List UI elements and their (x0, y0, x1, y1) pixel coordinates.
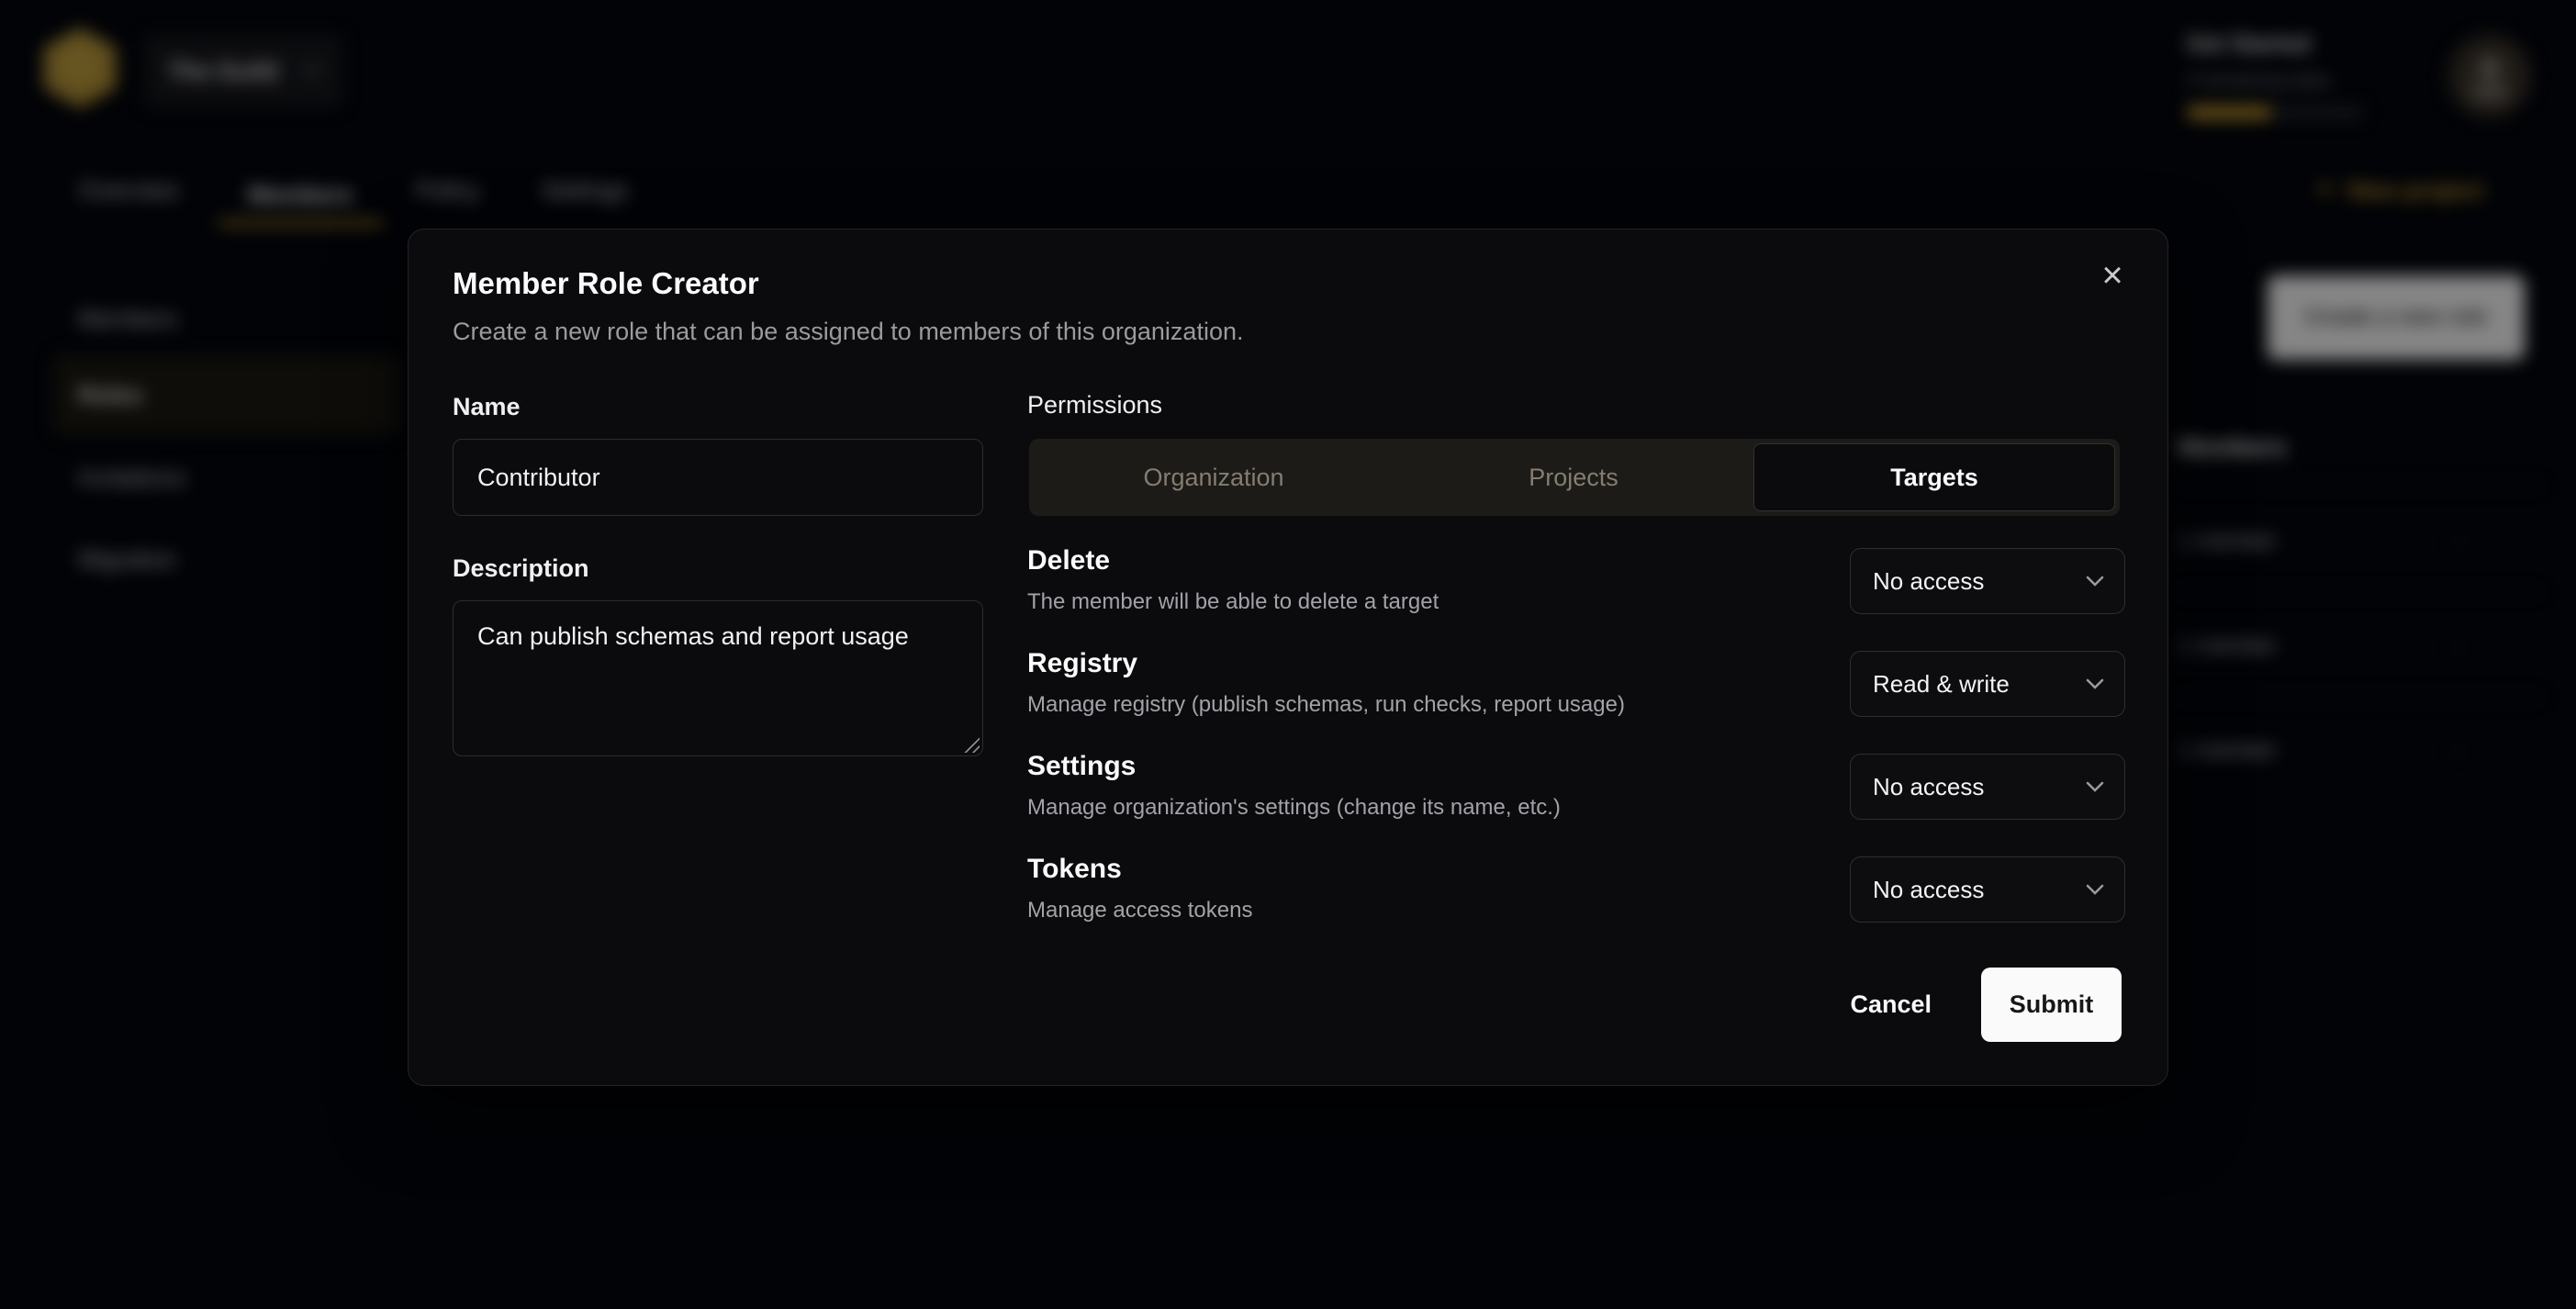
chevron-down-icon (2086, 576, 2104, 587)
permission-title-registry: Registry (1027, 648, 1137, 679)
permissions-label: Permissions (1027, 391, 1162, 420)
chevron-down-icon (2086, 884, 2104, 895)
tab-targets[interactable]: Targets (1753, 443, 2115, 511)
permissions-tabbar: Organization Projects Targets (1029, 439, 2120, 516)
permission-title-delete: Delete (1027, 545, 1110, 576)
registry-access-select[interactable]: Read & write (1850, 651, 2125, 717)
permission-title-settings: Settings (1027, 751, 1136, 782)
name-input[interactable] (453, 439, 983, 516)
close-icon[interactable]: × (2090, 253, 2134, 297)
submit-button[interactable]: Submit (1981, 968, 2122, 1042)
permission-desc-delete: The member will be able to delete a targ… (1027, 589, 1439, 615)
dialog-subtitle: Create a new role that can be assigned t… (453, 318, 1243, 346)
tab-organization[interactable]: Organization (1034, 443, 1394, 511)
tab-projects[interactable]: Projects (1394, 443, 1753, 511)
permission-desc-registry: Manage registry (publish schemas, run ch… (1027, 692, 1625, 718)
description-label: Description (453, 554, 589, 583)
permission-desc-tokens: Manage access tokens (1027, 898, 1252, 923)
chevron-down-icon (2086, 678, 2104, 689)
description-textarea[interactable]: Can publish schemas and report usage (453, 600, 983, 756)
permission-desc-settings: Manage organization's settings (change i… (1027, 795, 1561, 821)
cancel-button[interactable]: Cancel (1826, 972, 1955, 1037)
name-label: Name (453, 393, 521, 421)
permission-title-tokens: Tokens (1027, 854, 1122, 885)
dialog-title: Member Role Creator (453, 266, 759, 301)
chevron-down-icon (2086, 781, 2104, 792)
delete-access-select[interactable]: No access (1850, 548, 2125, 614)
settings-access-select[interactable]: No access (1850, 754, 2125, 820)
member-role-creator-dialog: Member Role Creator Create a new role th… (408, 229, 2168, 1086)
dialog-footer: Cancel Submit (1826, 968, 2122, 1042)
tokens-access-select[interactable]: No access (1850, 856, 2125, 923)
